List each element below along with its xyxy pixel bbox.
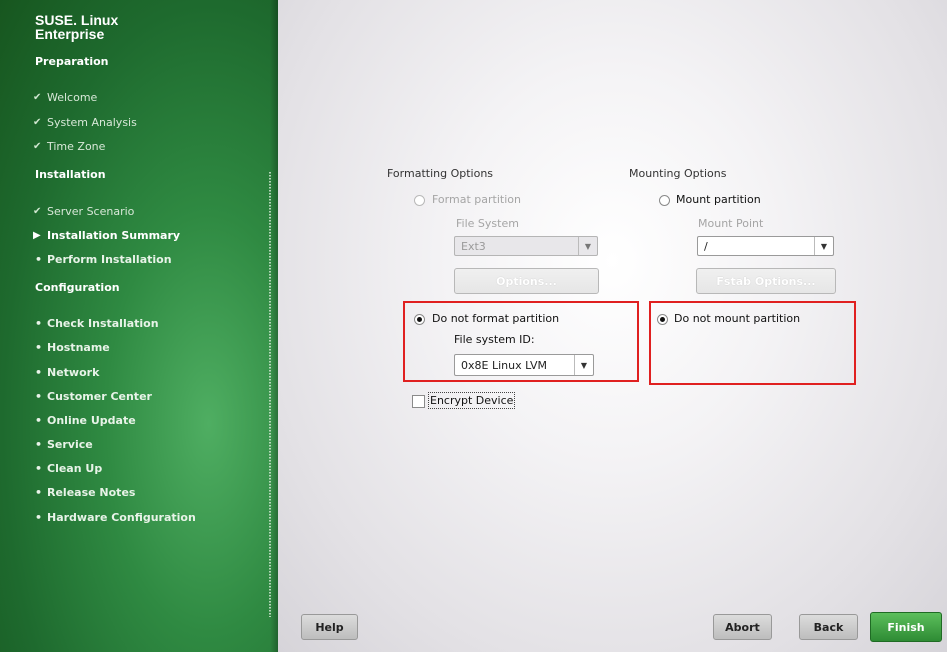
mount-point-combo[interactable]: / ▼ xyxy=(697,236,834,256)
sidebar-item-time-zone: ✔ Time Zone xyxy=(33,140,105,153)
sidebar-item-online-update: • Online Update xyxy=(33,414,136,427)
mounting-options-title: Mounting Options xyxy=(629,167,727,180)
bullet-icon: • xyxy=(35,366,43,379)
file-system-value: Ext3 xyxy=(461,240,486,253)
bullet-icon: • xyxy=(35,414,43,427)
file-system-id-value: 0x8E Linux LVM xyxy=(461,359,548,372)
sidebar-item-hardware-configuration: • Hardware Configuration xyxy=(33,511,196,524)
file-system-id-label: File system ID: xyxy=(454,333,535,346)
sidebar-item-customer-center: • Customer Center xyxy=(33,390,152,403)
bullet-icon: • xyxy=(35,390,43,403)
sidebar-item-service: • Service xyxy=(33,438,93,451)
sidebar-item-label: Clean Up xyxy=(47,462,103,475)
finish-button[interactable]: Finish xyxy=(870,612,942,642)
bullet-icon: • xyxy=(35,438,43,451)
suse-logo: SUSE. Linux Enterprise xyxy=(35,13,118,41)
do-not-mount-label[interactable]: Do not mount partition xyxy=(674,312,800,325)
mount-point-value: / xyxy=(704,240,708,253)
file-system-select[interactable]: Ext3 ▼ xyxy=(454,236,598,256)
bullet-icon: • xyxy=(35,253,43,266)
sidebar-item-label: Network xyxy=(47,366,100,379)
section-configuration: Configuration xyxy=(35,281,120,294)
format-partition-label[interactable]: Format partition xyxy=(432,193,521,206)
sidebar-item-release-notes: • Release Notes xyxy=(33,486,135,499)
mount-point-label: Mount Point xyxy=(698,217,764,230)
options-button[interactable]: Options... xyxy=(454,268,599,294)
format-partition-radio[interactable] xyxy=(414,195,425,206)
bullet-icon: • xyxy=(35,462,43,475)
checkmark-icon: ✔ xyxy=(33,206,42,217)
bullet-icon: • xyxy=(35,486,43,499)
sidebar-item-label: Release Notes xyxy=(47,486,136,499)
formatting-options-title: Formatting Options xyxy=(387,167,494,180)
section-installation: Installation xyxy=(35,168,106,181)
brand-line-1: SUSE. Linux xyxy=(35,12,119,28)
bullet-icon: • xyxy=(35,317,43,330)
chevron-down-icon: ▼ xyxy=(814,237,833,255)
checkmark-icon: ✔ xyxy=(33,92,42,103)
checkmark-icon: ✔ xyxy=(33,141,42,152)
sidebar-item-installation-summary: ▶ Installation Summary xyxy=(33,229,180,242)
bullet-icon: • xyxy=(35,511,43,524)
sidebar-item-label: Online Update xyxy=(47,414,136,427)
sidebar-item-label: Customer Center xyxy=(47,390,152,403)
mount-partition-radio[interactable] xyxy=(659,195,670,206)
abort-button[interactable]: Abort xyxy=(713,614,772,640)
sidebar-item-hostname: • Hostname xyxy=(33,341,110,354)
sidebar-item-label: Time Zone xyxy=(47,140,106,153)
section-preparation: Preparation xyxy=(35,55,109,68)
sidebar-item-label: Service xyxy=(47,438,93,451)
do-not-mount-radio[interactable] xyxy=(657,314,668,325)
chevron-down-icon: ▼ xyxy=(578,237,597,255)
sidebar-item-label: Welcome xyxy=(47,91,98,104)
main-panel: Formatting Options Format partition File… xyxy=(278,0,947,652)
sidebar-item-label: Perform Installation xyxy=(47,253,172,266)
mount-partition-label[interactable]: Mount partition xyxy=(676,193,761,206)
sidebar-item-server-scenario: ✔ Server Scenario xyxy=(33,205,134,218)
chevron-down-icon: ▼ xyxy=(574,355,593,375)
fstab-options-button[interactable]: Fstab Options... xyxy=(696,268,836,294)
bullet-icon: • xyxy=(35,341,43,354)
sidebar-divider xyxy=(269,172,271,617)
do-not-format-radio[interactable] xyxy=(414,314,425,325)
file-system-id-select[interactable]: 0x8E Linux LVM ▼ xyxy=(454,354,594,376)
brand-line-2: Enterprise xyxy=(35,26,105,42)
do-not-format-label[interactable]: Do not format partition xyxy=(432,312,559,325)
sidebar-item-perform-installation: • Perform Installation xyxy=(33,253,172,266)
sidebar-item-label: Hostname xyxy=(47,341,110,354)
back-button[interactable]: Back xyxy=(799,614,858,640)
sidebar: SUSE. Linux Enterprise Preparation ✔ Welc… xyxy=(0,0,278,652)
sidebar-item-system-analysis: ✔ System Analysis xyxy=(33,116,137,129)
sidebar-item-network: • Network xyxy=(33,366,99,379)
sidebar-item-label: System Analysis xyxy=(47,116,137,129)
help-button[interactable]: Help xyxy=(301,614,358,640)
sidebar-item-check-installation: • Check Installation xyxy=(33,317,159,330)
checkmark-icon: ✔ xyxy=(33,117,42,128)
sidebar-item-label: Server Scenario xyxy=(47,205,135,218)
sidebar-item-label: Installation Summary xyxy=(47,229,181,242)
sidebar-item-label: Check Installation xyxy=(47,317,159,330)
encrypt-device-checkbox[interactable] xyxy=(412,395,425,408)
sidebar-item-label: Hardware Configuration xyxy=(47,511,196,524)
sidebar-item-clean-up: • Clean Up xyxy=(33,462,102,475)
encrypt-device-label[interactable]: Encrypt Device xyxy=(427,392,516,409)
current-step-arrow-icon: ▶ xyxy=(33,230,41,241)
sidebar-item-welcome: ✔ Welcome xyxy=(33,91,97,104)
file-system-label: File System xyxy=(456,217,519,230)
